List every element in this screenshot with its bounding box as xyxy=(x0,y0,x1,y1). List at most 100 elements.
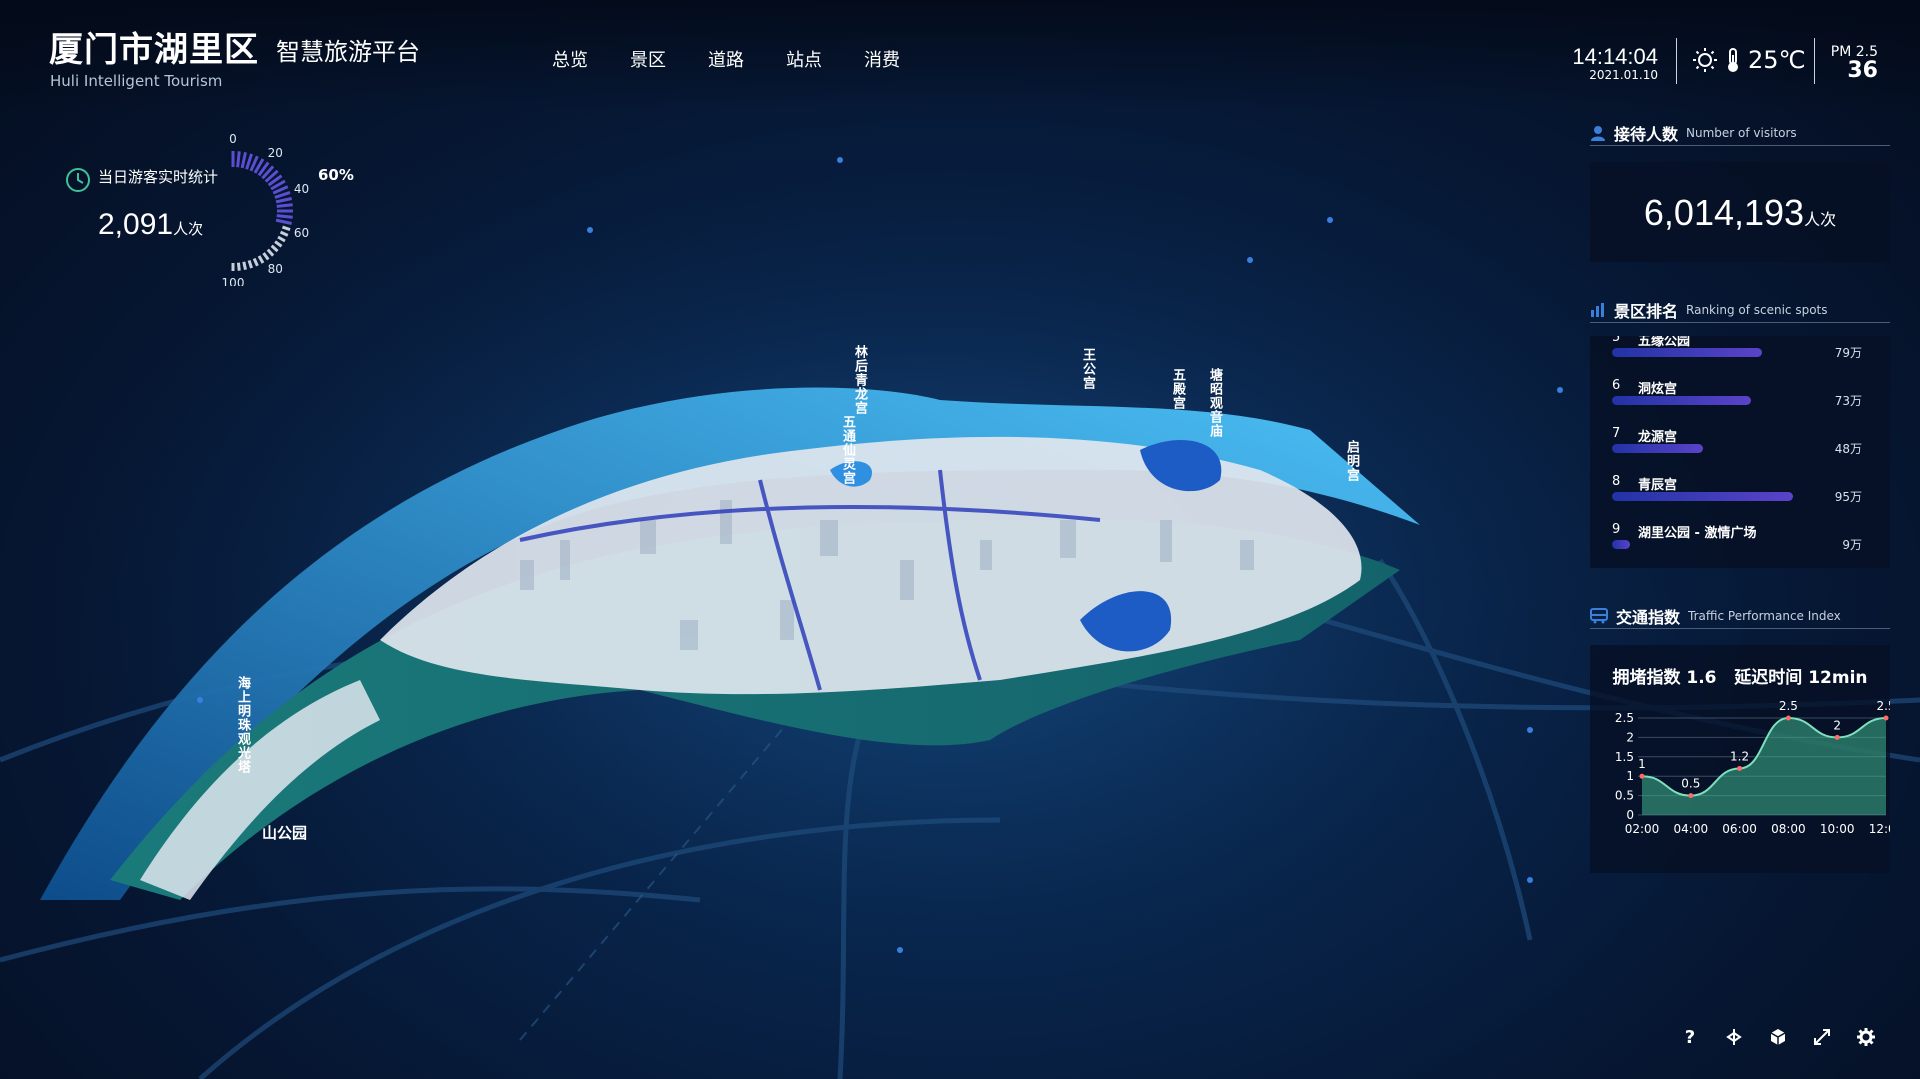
gauge-tick xyxy=(257,255,265,264)
user-icon xyxy=(1591,126,1605,141)
ranking-value: 79万 xyxy=(1834,346,1862,360)
ranking-bar xyxy=(1612,444,1704,453)
weather: 25℃ xyxy=(1692,46,1806,74)
visitors-total: 6,014,193人次 xyxy=(1590,162,1890,234)
chart-xtick-label: 06:00 xyxy=(1722,822,1757,836)
traffic-title: 交通指数 xyxy=(1616,608,1681,627)
pm25-value: 36 xyxy=(1847,58,1878,83)
gauge-tick xyxy=(270,244,279,253)
gauge-tick xyxy=(279,230,289,237)
congestion-index: 拥堵指数 1.6 xyxy=(1612,668,1717,688)
visitor-gauge: 0 20 40 60 80 100 当日游客实时统计 2,091人次 60% xyxy=(60,116,360,286)
chart-point xyxy=(1883,715,1889,721)
thermometer-icon xyxy=(1728,48,1738,72)
divider xyxy=(1676,38,1677,84)
nav-consumption[interactable]: 消费 xyxy=(864,46,900,72)
gauge-tick-label: 100 xyxy=(222,276,245,286)
ranking-bar xyxy=(1612,492,1793,501)
gauge-tick xyxy=(275,218,293,225)
nav-roads[interactable]: 道路 xyxy=(708,46,744,72)
map-label[interactable]: 王公宫 xyxy=(1078,348,1097,390)
chart-data-label: 2.5 xyxy=(1779,699,1798,713)
chart-xtick-label: 02:00 xyxy=(1625,822,1660,836)
ranking-item[interactable]: 6 洞炫宫 73万 xyxy=(1612,378,1862,426)
ranking-name: 湖里公园 - 激情广场 xyxy=(1638,526,1757,541)
chart-ytick-label: 0 xyxy=(1626,808,1634,822)
chart-ytick-label: 1.5 xyxy=(1615,750,1634,764)
chart-data-label: 1 xyxy=(1638,757,1646,771)
ranking-item[interactable]: 9 湖里公园 - 激情广场 9万 xyxy=(1612,522,1862,568)
ranking-item[interactable]: 8 青辰宫 95万 xyxy=(1612,474,1862,522)
cube-icon[interactable] xyxy=(1766,1025,1790,1049)
bar-chart-icon xyxy=(1591,303,1604,317)
ranking-rank: 6 xyxy=(1612,378,1621,393)
ranking-item[interactable]: 7 龙源宫 48万 xyxy=(1612,426,1862,474)
ranking-value: 73万 xyxy=(1834,394,1862,408)
pm25: PM 2.5 36 xyxy=(1830,44,1878,83)
chart-data-label: 1.2 xyxy=(1730,749,1749,763)
chart-data-label: 2 xyxy=(1833,718,1841,732)
gauge-tick-label: 20 xyxy=(268,146,283,160)
chart-xtick-label: 04:00 xyxy=(1674,822,1709,836)
gear-icon[interactable] xyxy=(1854,1025,1878,1049)
gauge-tick xyxy=(240,151,247,169)
gauge-tick xyxy=(266,248,275,257)
traffic-chart[interactable]: 0 0.5 1 1.5 2 2.5 1 02:00 0.5 04:00 1.2 06:00 2.5 08:… xyxy=(1590,688,1890,873)
ranking-list[interactable]: 5 五缘公园 79万 6 洞炫宫 73万 7 龙源宫 48万 8 青辰宫 95万 9 湖里公园 - 激情广… xyxy=(1590,336,1890,568)
map-label[interactable]: 山公园 xyxy=(262,822,307,843)
page-title: 厦门市湖里区 xyxy=(49,30,259,70)
gauge-tick xyxy=(281,225,291,231)
nav-scenic[interactable]: 景区 xyxy=(630,46,666,72)
chart-area xyxy=(1642,718,1886,815)
page-subtitle: 智慧旅游平台 xyxy=(276,38,420,66)
ranking-rank: 5 xyxy=(1612,336,1621,345)
gauge-label: 当日游客实时统计 xyxy=(98,168,219,186)
chart-point xyxy=(1639,773,1645,779)
split-icon[interactable] xyxy=(1722,1025,1746,1049)
fullscreen-icon[interactable] xyxy=(1810,1025,1834,1049)
chart-xtick-label: 12:00 xyxy=(1869,822,1890,836)
ranking-title-en: Ranking of scenic spots xyxy=(1686,303,1828,317)
delay-time: 延迟时间 12min xyxy=(1734,668,1868,688)
visitors-title-en: Number of visitors xyxy=(1686,126,1797,140)
map-label[interactable]: 林后青龙宫 xyxy=(850,345,869,415)
map-label[interactable]: 塘昭观音庙 xyxy=(1205,368,1224,438)
gauge-tick xyxy=(275,197,293,204)
chart-data-label: 2.5 xyxy=(1876,699,1890,713)
ranking-bar xyxy=(1612,540,1630,549)
gauge-tick xyxy=(276,214,293,219)
visitors-card: 6,014,193人次 xyxy=(1590,162,1890,262)
gauge-tick-label: 80 xyxy=(268,262,283,276)
chart-ytick-label: 2.5 xyxy=(1615,711,1634,725)
traffic-summary: 拥堵指数 1.6 延迟时间 12min xyxy=(1590,663,1890,688)
chart-ytick-label: 1 xyxy=(1626,769,1634,783)
map-label[interactable]: 五通仙灵宫 xyxy=(838,415,857,485)
gauge-tick-label: 0 xyxy=(229,132,237,146)
gauge-tick xyxy=(252,257,259,267)
gauge-count: 2,091人次 xyxy=(98,208,203,242)
chart-point xyxy=(1737,765,1743,771)
map-label[interactable]: 启明宫 xyxy=(1342,440,1361,482)
map-label[interactable]: 海上明珠观光塔 xyxy=(233,676,252,774)
ranking-name: 龙源宫 xyxy=(1638,430,1678,445)
nav-stations[interactable]: 站点 xyxy=(786,46,822,72)
ranking-rank: 9 xyxy=(1612,522,1621,537)
visitors-unit: 人次 xyxy=(1804,212,1837,229)
nav-overview[interactable]: 总览 xyxy=(552,46,588,72)
traffic-card: 拥堵指数 1.6 延迟时间 12min 0 0.5 1 1.5 2 2.5 1 02:00 0.… xyxy=(1590,645,1890,873)
clock-icon xyxy=(66,168,90,192)
visitors-section-title: 接待人数 Number of visitors xyxy=(1590,121,1890,146)
clock: 14:14:04 2021.01.10 xyxy=(1568,44,1658,82)
divider xyxy=(1814,38,1815,84)
clock-time: 14:14:04 xyxy=(1572,44,1658,69)
gauge-tick xyxy=(242,261,247,271)
gauge-tick xyxy=(274,240,283,248)
chart-point xyxy=(1834,734,1840,740)
gauge-tick xyxy=(276,203,293,208)
chart-data-label: 0.5 xyxy=(1681,777,1700,791)
map-label[interactable]: 五殿宫 xyxy=(1168,368,1187,410)
main-nav: 总览 景区 道路 站点 消费 xyxy=(552,46,900,72)
gauge-tick xyxy=(236,151,241,168)
ranking-item[interactable]: 5 五缘公园 79万 xyxy=(1612,336,1862,378)
help-icon[interactable]: ? xyxy=(1678,1025,1702,1049)
